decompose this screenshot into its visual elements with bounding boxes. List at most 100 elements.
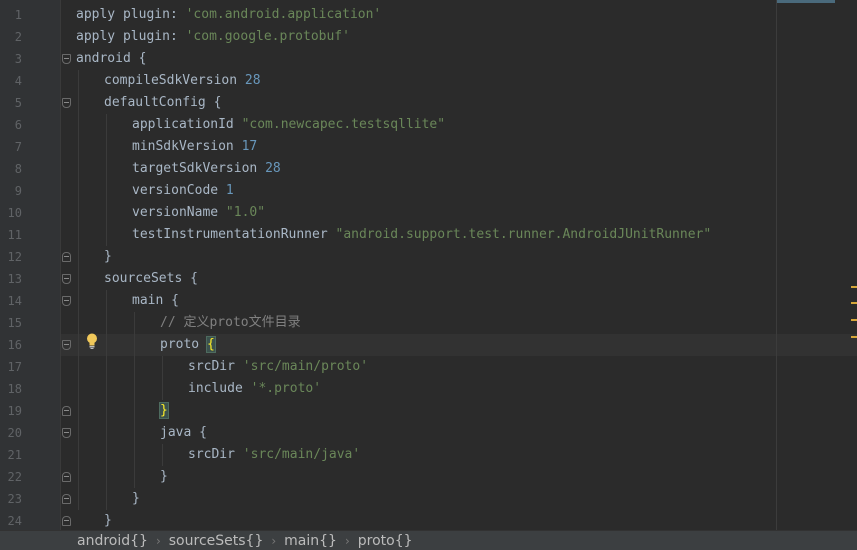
- chevron-right-icon: ›: [271, 533, 277, 548]
- code-token: apply: [76, 29, 123, 44]
- code-token: :: [169, 29, 186, 44]
- line-number: 22: [7, 470, 22, 484]
- line-number: 20: [7, 426, 22, 440]
- fold-marker-icon[interactable]: [62, 98, 71, 108]
- fold-marker-icon[interactable]: [62, 472, 71, 482]
- line-number: 3: [14, 52, 22, 66]
- indent-guide: [162, 444, 163, 466]
- line-number: 1: [14, 8, 22, 22]
- code-line[interactable]: apply plugin: 'com.google.protobuf': [76, 26, 350, 48]
- line-number: 19: [7, 404, 22, 418]
- code-token: sourceSets {: [104, 271, 198, 286]
- error-stripe-mark[interactable]: [851, 319, 857, 321]
- code-token: 17: [241, 139, 258, 154]
- code-line[interactable]: defaultConfig {: [104, 92, 221, 114]
- code-line[interactable]: apply plugin: 'com.android.application': [76, 4, 381, 26]
- code-line[interactable]: srcDir 'src/main/java': [188, 444, 360, 466]
- right-margin-guide: [776, 0, 777, 530]
- code-line[interactable]: compileSdkVersion 28: [104, 70, 261, 92]
- code-token: '*.proto': [250, 381, 322, 396]
- line-number: 11: [7, 228, 22, 242]
- code-token: plugin: [122, 7, 170, 22]
- line-number: 2: [14, 30, 22, 44]
- code-line[interactable]: // 定义proto文件目录: [160, 312, 301, 334]
- code-line[interactable]: srcDir 'src/main/proto': [188, 356, 368, 378]
- code-token: :: [169, 7, 186, 22]
- code-line[interactable]: android {: [76, 48, 146, 70]
- line-number: 16: [7, 338, 22, 352]
- code-line[interactable]: }: [104, 246, 112, 268]
- fold-marker-icon[interactable]: [62, 252, 71, 262]
- code-line[interactable]: testInstrumentationRunner "android.suppo…: [132, 224, 711, 246]
- code-line[interactable]: sourceSets {: [104, 268, 198, 290]
- code-line[interactable]: main {: [132, 290, 179, 312]
- code-line[interactable]: targetSdkVersion 28: [132, 158, 281, 180]
- line-number: 8: [14, 162, 22, 176]
- code-token: // 定义proto文件目录: [160, 315, 301, 330]
- line-number: 18: [7, 382, 22, 396]
- line-number: 21: [7, 448, 22, 462]
- breadcrumb-item-proto[interactable]: proto{}: [358, 533, 413, 549]
- chevron-right-icon: ›: [155, 533, 161, 548]
- code-token: main {: [132, 293, 179, 308]
- code-token: 'com.android.application': [185, 7, 382, 22]
- code-token: {: [205, 336, 216, 353]
- code-token: minSdkVersion: [132, 139, 242, 154]
- code-token: 28: [244, 73, 261, 88]
- code-line[interactable]: }: [160, 466, 168, 488]
- error-stripe-mark[interactable]: [851, 302, 857, 304]
- lightbulb-icon[interactable]: [85, 332, 99, 350]
- code-token: }: [104, 249, 112, 264]
- line-number: 15: [7, 316, 22, 330]
- line-number: 4: [14, 74, 22, 88]
- code-token: 'src/main/java': [242, 447, 361, 462]
- code-token: }: [132, 491, 140, 506]
- code-token: srcDir: [188, 447, 243, 462]
- code-line[interactable]: minSdkVersion 17: [132, 136, 257, 158]
- code-line[interactable]: versionName "1.0": [132, 202, 265, 224]
- fold-marker-icon[interactable]: [62, 428, 71, 438]
- fold-marker-icon[interactable]: [62, 296, 71, 306]
- indent-guide: [134, 312, 135, 488]
- line-number: 13: [7, 272, 22, 286]
- fold-marker-icon[interactable]: [62, 406, 71, 416]
- code-token: targetSdkVersion: [132, 161, 266, 176]
- code-token: "1.0": [225, 205, 266, 220]
- fold-marker-icon[interactable]: [62, 340, 71, 350]
- fold-marker-icon[interactable]: [62, 54, 71, 64]
- code-token: versionCode: [132, 183, 226, 198]
- code-token: "com.newcapec.testsqllite": [241, 117, 446, 132]
- line-number: 12: [7, 250, 22, 264]
- fold-marker-icon[interactable]: [62, 494, 71, 504]
- code-line[interactable]: applicationId "com.newcapec.testsqllite": [132, 114, 445, 136]
- line-number: 24: [7, 514, 22, 528]
- code-line[interactable]: }: [159, 400, 169, 422]
- code-editor[interactable]: 1 apply plugin: 'com.android.application'…: [0, 0, 857, 530]
- error-stripe-mark[interactable]: [851, 336, 857, 338]
- code-token: "android.support.test.runner.AndroidJUni…: [335, 227, 712, 242]
- fold-marker-icon[interactable]: [62, 274, 71, 284]
- code-token: defaultConfig {: [104, 95, 222, 110]
- code-line[interactable]: }: [132, 488, 140, 510]
- fold-marker-icon[interactable]: [62, 516, 71, 526]
- breadcrumb-item-main[interactable]: main{}: [284, 533, 337, 549]
- code-token: srcDir: [188, 359, 243, 374]
- code-line[interactable]: java {: [160, 422, 207, 444]
- code-token: }: [160, 469, 168, 484]
- breadcrumb-item-sourcesets[interactable]: sourceSets{}: [169, 533, 264, 549]
- code-token: android {: [76, 51, 147, 66]
- code-token: applicationId: [132, 117, 242, 132]
- error-stripe-mark[interactable]: [851, 286, 857, 288]
- gutter-divider: [60, 0, 61, 530]
- code-token: versionName: [132, 205, 226, 220]
- indent-guide: [78, 70, 79, 510]
- code-line[interactable]: }: [104, 510, 112, 530]
- line-number: 7: [14, 140, 22, 154]
- code-line[interactable]: versionCode 1: [132, 180, 234, 202]
- breadcrumb-item-android[interactable]: android{}: [77, 533, 148, 549]
- line-number: 5: [14, 96, 22, 110]
- code-line[interactable]: proto {: [160, 334, 216, 356]
- code-token: 'com.google.protobuf': [185, 29, 350, 44]
- code-token: }: [159, 402, 169, 419]
- code-line[interactable]: include '*.proto': [188, 378, 321, 400]
